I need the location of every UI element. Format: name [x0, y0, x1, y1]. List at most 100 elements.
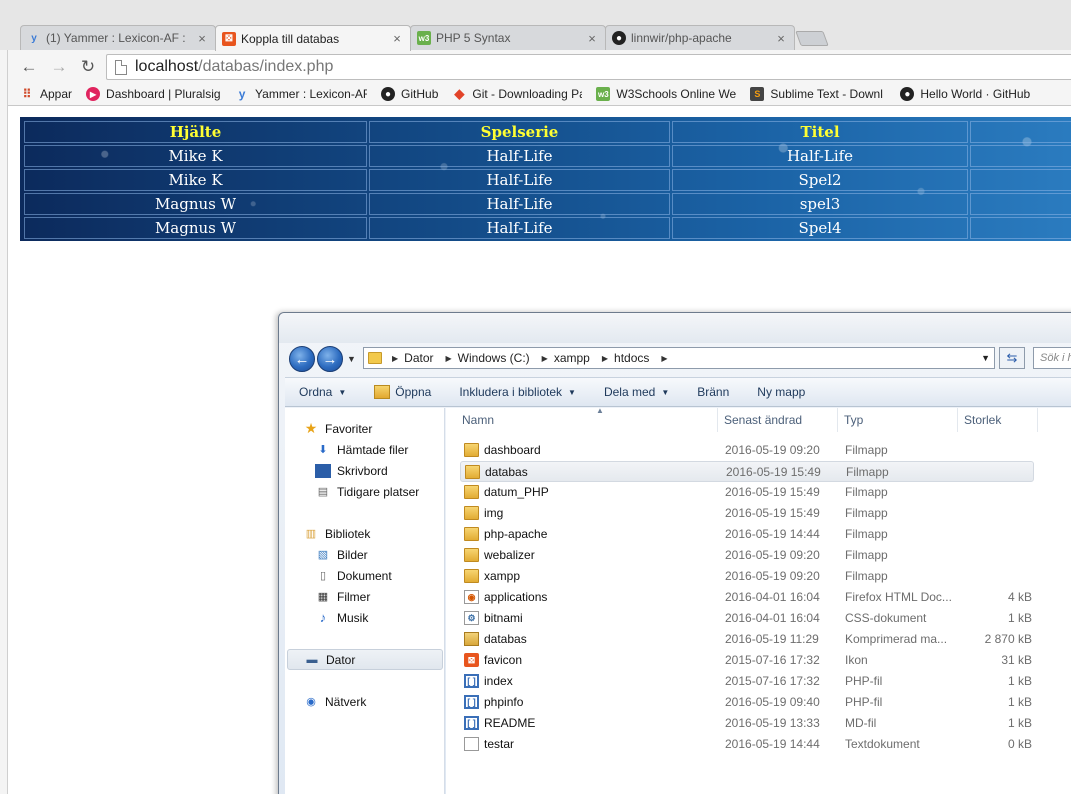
- address-bar[interactable]: localhost/databas/index.php: [106, 54, 1071, 80]
- close-icon[interactable]: ×: [774, 31, 788, 46]
- file-row[interactable]: dashboard 2016-05-19 09:20 Filmapp: [460, 440, 1034, 461]
- chevron-right-icon[interactable]: ▶: [602, 354, 608, 363]
- bookmark-github[interactable]: ● GitHub: [381, 87, 438, 101]
- column-header-size[interactable]: Storlek: [958, 408, 1038, 432]
- file-type: PHP-fil: [845, 695, 883, 709]
- new-tab-button[interactable]: [795, 31, 829, 46]
- sort-ascending-icon: ▲: [596, 406, 604, 415]
- back-arrow-icon[interactable]: ←: [289, 346, 315, 372]
- text-doc-icon: [464, 737, 479, 751]
- bookmark-sublime[interactable]: S Sublime Text - Downl: [750, 87, 886, 101]
- refresh-icon[interactable]: ⇆: [999, 347, 1025, 369]
- table-cell: Half-Life: [369, 169, 670, 191]
- chevron-down-icon: ▼: [338, 387, 347, 397]
- breadcrumb-item[interactable]: xampp: [554, 351, 590, 365]
- nav-downloads[interactable]: ⬇ Hämtade filer: [315, 439, 408, 460]
- forward-arrow-icon[interactable]: →: [317, 346, 343, 372]
- tab-yammer[interactable]: y (1) Yammer : Lexicon-AF : ×: [20, 25, 216, 50]
- include-in-library-button[interactable]: Inkludera i bibliotek ▼: [459, 385, 576, 399]
- file-row[interactable]: webalizer 2016-05-19 09:20 Filmapp: [460, 545, 1034, 566]
- column-header-date[interactable]: Senast ändrad: [718, 408, 838, 432]
- command-label: Inkludera i bibliotek: [459, 385, 563, 399]
- burn-button[interactable]: Bränn: [697, 385, 729, 399]
- nav-computer[interactable]: ▬ Dator: [287, 649, 443, 670]
- file-date: 2016-05-19 11:29: [725, 632, 819, 646]
- file-row[interactable]: [ ] index 2015-07-16 17:32 PHP-fil 1 kB: [460, 671, 1034, 692]
- column-header-type[interactable]: Typ: [838, 408, 958, 432]
- breadcrumb-item[interactable]: Dator: [404, 351, 433, 365]
- file-row[interactable]: [ ] README 2016-05-19 13:33 MD-fil 1 kB: [460, 713, 1034, 734]
- explorer-address-bar[interactable]: ▶ Dator ▶ Windows (C:) ▶ xampp ▶ htdocs …: [363, 347, 995, 369]
- share-with-button[interactable]: Dela med ▼: [604, 385, 669, 399]
- file-row[interactable]: xampp 2016-05-19 09:20 Filmapp: [460, 566, 1034, 587]
- nav-music[interactable]: ♪ Musik: [315, 607, 369, 628]
- file-row[interactable]: img 2016-05-19 15:49 Filmapp: [460, 503, 1034, 524]
- tab-php-syntax[interactable]: w3 PHP 5 Syntax ×: [410, 25, 606, 50]
- file-type: Filmapp: [845, 548, 888, 562]
- file-row[interactable]: [ ] phpinfo 2016-05-19 09:40 PHP-fil 1 kB: [460, 692, 1034, 713]
- bookmark-w3schools[interactable]: w3 W3Schools Online We: [596, 87, 736, 101]
- film-icon: ▦: [317, 591, 329, 603]
- apps-grid-icon: ⠿: [22, 87, 32, 101]
- nav-network[interactable]: ◉ Nätverk: [303, 691, 366, 712]
- bookmark-pluralsight[interactable]: ▶ Dashboard | Pluralsigh: [86, 87, 221, 101]
- bookmark-hello-world[interactable]: ● Hello World · GitHub: [900, 87, 1040, 101]
- close-icon[interactable]: ×: [585, 31, 599, 46]
- forward-arrow-icon[interactable]: →: [48, 56, 70, 78]
- file-row[interactable]: datum_PHP 2016-05-19 15:49 Filmapp: [460, 482, 1034, 503]
- reload-icon[interactable]: ↻: [77, 56, 99, 78]
- explorer-window[interactable]: ← → ▼ ▶ Dator ▶ Windows (C:) ▶ xampp ▶ h…: [278, 312, 1071, 794]
- chevron-right-icon[interactable]: ▶: [542, 354, 548, 363]
- nav-pictures[interactable]: ▧ Bilder: [315, 544, 368, 565]
- nav-favorites[interactable]: ★ Favoriter: [303, 418, 373, 439]
- chevron-right-icon[interactable]: ▶: [661, 354, 667, 363]
- table-cell-empty: [970, 169, 1071, 191]
- bookmark-git[interactable]: ◆ Git - Downloading Pa: [452, 87, 582, 101]
- explorer-titlebar[interactable]: [279, 313, 1071, 343]
- bookmark-yammer[interactable]: y Yammer : Lexicon-AF: [235, 87, 367, 101]
- file-size: 2 870 kB: [984, 632, 1032, 646]
- explorer-file-list: Namn ▲ Senast ändrad Typ Storlek dashboar…: [446, 406, 1071, 794]
- close-icon[interactable]: ×: [390, 31, 404, 46]
- file-date: 2015-07-16 17:32: [725, 653, 820, 667]
- bookmarks-bar: ⠿ Appar ▶ Dashboard | Pluralsigh y Yamme…: [8, 83, 1071, 106]
- file-name: bitnami: [484, 611, 523, 625]
- database-table-wrapper: Hjälte Spelserie Titel Mike K Half-Life …: [20, 117, 1071, 241]
- xampp-icon: ⊠: [464, 653, 479, 667]
- bookmark-apps[interactable]: ⠿ Appar: [20, 87, 72, 101]
- folder-icon: [464, 569, 479, 583]
- nav-videos[interactable]: ▦ Filmer: [315, 586, 371, 607]
- chevron-right-icon[interactable]: ▶: [446, 354, 452, 363]
- file-row[interactable]: databas 2016-05-19 11:29 Komprimerad ma...…: [460, 629, 1034, 650]
- chevron-down-icon[interactable]: ▼: [981, 353, 990, 363]
- file-row[interactable]: php-apache 2016-05-19 14:44 Filmapp: [460, 524, 1034, 545]
- chevron-down-icon[interactable]: ▼: [347, 354, 356, 364]
- tab-koppla-till-databas[interactable]: ⊠ Koppla till databas ×: [215, 25, 411, 51]
- screen: y (1) Yammer : Lexicon-AF : × ⊠ Koppla t…: [0, 0, 1071, 794]
- command-label: Öppna: [395, 385, 432, 399]
- open-button[interactable]: Öppna: [374, 385, 431, 399]
- close-icon[interactable]: ×: [195, 31, 209, 46]
- nav-libraries[interactable]: ▥ Bibliotek: [303, 523, 371, 544]
- file-row[interactable]: testar 2016-05-19 14:44 Textdokument 0 kB: [460, 734, 1034, 755]
- column-header-name[interactable]: Namn ▲: [456, 406, 718, 432]
- css-doc-icon: ⚙: [464, 611, 479, 625]
- explorer-search-input[interactable]: Sök i h: [1033, 347, 1071, 369]
- nav-documents[interactable]: ▯ Dokument: [315, 565, 392, 586]
- breadcrumb-item[interactable]: htdocs: [614, 351, 649, 365]
- new-folder-button[interactable]: Ny mapp: [757, 385, 805, 399]
- back-arrow-icon[interactable]: ←: [18, 56, 40, 78]
- nav-recent-places[interactable]: ▤ Tidigare platser: [315, 481, 419, 502]
- file-row[interactable]: ⚙ bitnami 2016-04-01 16:04 CSS-dokument 1 kB: [460, 608, 1034, 629]
- file-row[interactable]: databas 2016-05-19 15:49 Filmapp: [460, 461, 1034, 482]
- open-folder-icon: [374, 385, 391, 399]
- file-row[interactable]: ⊠ favicon 2015-07-16 17:32 Ikon 31 kB: [460, 650, 1034, 671]
- window-edge: [0, 0, 8, 794]
- file-row[interactable]: ◉ applications 2016-04-01 16:04 Firefox HTM…: [460, 587, 1034, 608]
- tab-php-apache[interactable]: ● linnwir/php-apache ×: [605, 25, 795, 50]
- chevron-down-icon: ▼: [661, 387, 670, 397]
- nav-desktop[interactable]: Skrivbord: [315, 460, 388, 481]
- chevron-right-icon[interactable]: ▶: [392, 354, 398, 363]
- breadcrumb-item[interactable]: Windows (C:): [458, 351, 530, 365]
- organize-button[interactable]: Ordna ▼: [299, 385, 346, 399]
